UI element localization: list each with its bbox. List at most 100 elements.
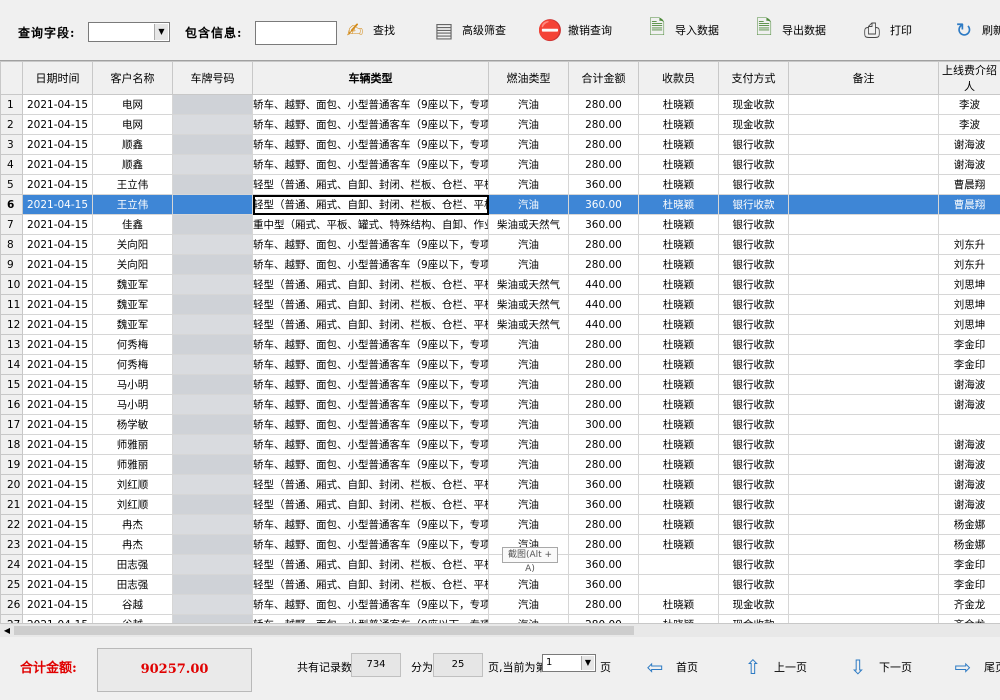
plate-number-cell[interactable] bbox=[172, 534, 253, 555]
plate-number-cell[interactable] bbox=[172, 394, 253, 415]
note-cell[interactable] bbox=[788, 494, 939, 515]
fuel-cell[interactable]: 汽油 bbox=[488, 374, 569, 395]
amount-cell[interactable]: 280.00 bbox=[568, 374, 639, 395]
plate-number-cell[interactable] bbox=[172, 114, 253, 135]
row-number[interactable]: 15 bbox=[0, 374, 23, 395]
column-header[interactable]: 车辆类型 bbox=[252, 61, 489, 95]
amount-cell[interactable]: 280.00 bbox=[568, 154, 639, 175]
row-number[interactable]: 3 bbox=[0, 134, 23, 155]
fuel-cell[interactable]: 汽油 bbox=[488, 254, 569, 275]
vehicle-cell[interactable]: 轻型（普通、厢式、自卸、封闭、栏板、仓栏、平板）货车 bbox=[252, 274, 489, 295]
date-cell[interactable]: 2021-04-15 bbox=[22, 394, 93, 415]
intro-cell[interactable]: 刘思坤 bbox=[938, 294, 1000, 315]
note-cell[interactable] bbox=[788, 374, 939, 395]
row-number[interactable]: 7 bbox=[0, 214, 23, 235]
cashier-cell[interactable]: 杜晓颖 bbox=[638, 194, 719, 215]
fuel-cell[interactable]: 汽油 bbox=[488, 574, 569, 595]
plate-number-cell[interactable] bbox=[172, 134, 253, 155]
fuel-cell[interactable]: 汽油 bbox=[488, 494, 569, 515]
customer-cell[interactable]: 王立伟 bbox=[92, 174, 173, 195]
row-number[interactable]: 18 bbox=[0, 434, 23, 455]
customer-cell[interactable]: 王立伟 bbox=[92, 194, 173, 215]
vehicle-cell[interactable]: 轿车、越野、面包、小型普通客车（9座以下，专项作业车除外） bbox=[252, 134, 489, 155]
vehicle-cell[interactable]: 轿车、越野、面包、小型普通客车（9座以下，专项作业车除外） bbox=[252, 534, 489, 555]
pay-cell[interactable]: 现金收款 bbox=[718, 594, 789, 615]
customer-cell[interactable]: 田志强 bbox=[92, 574, 173, 595]
table-row[interactable]: 172021-04-15杨学敏 轿车、越野、面包、小型普通客车（9座以下，专项作业… bbox=[0, 414, 1000, 435]
table-row[interactable]: 22021-04-15电网 轿车、越野、面包、小型普通客车（9座以下，专项作业车除… bbox=[0, 114, 1000, 135]
plate-number-cell[interactable] bbox=[172, 334, 253, 355]
cashier-cell[interactable] bbox=[638, 554, 719, 575]
fuel-cell[interactable]: 汽油 bbox=[488, 194, 569, 215]
table-row[interactable]: 152021-04-15马小明 轿车、越野、面包、小型普通客车（9座以下，专项作业… bbox=[0, 374, 1000, 395]
amount-cell[interactable]: 360.00 bbox=[568, 194, 639, 215]
pay-cell[interactable]: 银行收款 bbox=[718, 354, 789, 375]
cashier-cell[interactable]: 杜晓颖 bbox=[638, 354, 719, 375]
intro-cell[interactable]: 李金印 bbox=[938, 574, 1000, 595]
note-cell[interactable] bbox=[788, 254, 939, 275]
note-cell[interactable] bbox=[788, 574, 939, 595]
table-row[interactable]: 112021-04-15魏亚军 轻型（普通、厢式、自卸、封闭、栏板、仓栏、平板）货… bbox=[0, 294, 1000, 315]
export-data-button[interactable]: 🗎 导出数据 bbox=[752, 10, 826, 50]
cashier-cell[interactable]: 杜晓颖 bbox=[638, 414, 719, 435]
row-number[interactable]: 19 bbox=[0, 454, 23, 475]
plate-number-cell[interactable] bbox=[172, 154, 253, 175]
table-row[interactable]: 212021-04-15刘红顺 轻型（普通、厢式、自卸、封闭、栏板、仓栏、平板）货… bbox=[0, 494, 1000, 515]
intro-cell[interactable]: 曹晨翔 bbox=[938, 194, 1000, 215]
fuel-cell[interactable]: 汽油 bbox=[488, 394, 569, 415]
amount-cell[interactable]: 280.00 bbox=[568, 354, 639, 375]
column-header[interactable]: 支付方式 bbox=[718, 61, 789, 95]
pay-cell[interactable]: 银行收款 bbox=[718, 194, 789, 215]
pay-cell[interactable]: 银行收款 bbox=[718, 374, 789, 395]
table-row[interactable]: 62021-04-15王立伟 轻型（普通、厢式、自卸、封闭、栏板、仓栏、平板）货车… bbox=[0, 194, 1000, 215]
date-cell[interactable]: 2021-04-15 bbox=[22, 274, 93, 295]
cashier-cell[interactable]: 杜晓颖 bbox=[638, 154, 719, 175]
cashier-cell[interactable]: 杜晓颖 bbox=[638, 174, 719, 195]
date-cell[interactable]: 2021-04-15 bbox=[22, 214, 93, 235]
column-header[interactable]: 客户名称 bbox=[92, 61, 173, 95]
intro-cell[interactable]: 谢海波 bbox=[938, 154, 1000, 175]
intro-cell[interactable]: 谢海波 bbox=[938, 374, 1000, 395]
customer-cell[interactable]: 马小明 bbox=[92, 394, 173, 415]
table-row[interactable]: 102021-04-15魏亚军 轻型（普通、厢式、自卸、封闭、栏板、仓栏、平板）货… bbox=[0, 274, 1000, 295]
amount-cell[interactable]: 440.00 bbox=[568, 274, 639, 295]
vehicle-cell[interactable]: 轻型（普通、厢式、自卸、封闭、栏板、仓栏、平板）货车 bbox=[252, 474, 489, 495]
chevron-down-icon[interactable]: ▼ bbox=[154, 24, 168, 40]
vehicle-cell[interactable]: 轿车、越野、面包、小型普通客车（9座以下，专项作业车除外） bbox=[252, 414, 489, 435]
table-row[interactable]: 52021-04-15王立伟 轻型（普通、厢式、自卸、封闭、栏板、仓栏、平板）货车… bbox=[0, 174, 1000, 195]
cashier-cell[interactable]: 杜晓颖 bbox=[638, 94, 719, 115]
column-header[interactable]: 合计金额 bbox=[568, 61, 639, 95]
plate-number-cell[interactable] bbox=[172, 214, 253, 235]
customer-cell[interactable]: 马小明 bbox=[92, 374, 173, 395]
plate-number-cell[interactable] bbox=[172, 194, 253, 215]
vehicle-cell[interactable]: 轿车、越野、面包、小型普通客车（9座以下，专项作业车除外） bbox=[252, 374, 489, 395]
vehicle-cell[interactable]: 轿车、越野、面包、小型普通客车（9座以下，专项作业车除外） bbox=[252, 94, 489, 115]
pay-cell[interactable]: 现金收款 bbox=[718, 114, 789, 135]
intro-cell[interactable] bbox=[938, 414, 1000, 435]
customer-cell[interactable]: 刘红顺 bbox=[92, 474, 173, 495]
pay-cell[interactable]: 银行收款 bbox=[718, 454, 789, 475]
cashier-cell[interactable]: 杜晓颖 bbox=[638, 234, 719, 255]
plate-number-cell[interactable] bbox=[172, 174, 253, 195]
fuel-cell[interactable]: 汽油 bbox=[488, 114, 569, 135]
date-cell[interactable]: 2021-04-15 bbox=[22, 414, 93, 435]
vehicle-cell[interactable]: 轻型（普通、厢式、自卸、封闭、栏板、仓栏、平板）货车 bbox=[252, 554, 489, 575]
customer-cell[interactable]: 师雅丽 bbox=[92, 434, 173, 455]
note-cell[interactable] bbox=[788, 474, 939, 495]
cashier-cell[interactable]: 杜晓颖 bbox=[638, 474, 719, 495]
date-cell[interactable]: 2021-04-15 bbox=[22, 194, 93, 215]
import-data-button[interactable]: 🗎 导入数据 bbox=[645, 10, 719, 50]
note-cell[interactable] bbox=[788, 214, 939, 235]
pay-cell[interactable]: 银行收款 bbox=[718, 534, 789, 555]
note-cell[interactable] bbox=[788, 94, 939, 115]
pay-cell[interactable]: 银行收款 bbox=[718, 134, 789, 155]
row-number[interactable]: 12 bbox=[0, 314, 23, 335]
row-number[interactable]: 26 bbox=[0, 594, 23, 615]
chevron-down-icon[interactable]: ▼ bbox=[581, 656, 594, 670]
customer-cell[interactable]: 关向阳 bbox=[92, 254, 173, 275]
note-cell[interactable] bbox=[788, 274, 939, 295]
note-cell[interactable] bbox=[788, 114, 939, 135]
plate-number-cell[interactable] bbox=[172, 414, 253, 435]
intro-cell[interactable]: 谢海波 bbox=[938, 394, 1000, 415]
note-cell[interactable] bbox=[788, 434, 939, 455]
